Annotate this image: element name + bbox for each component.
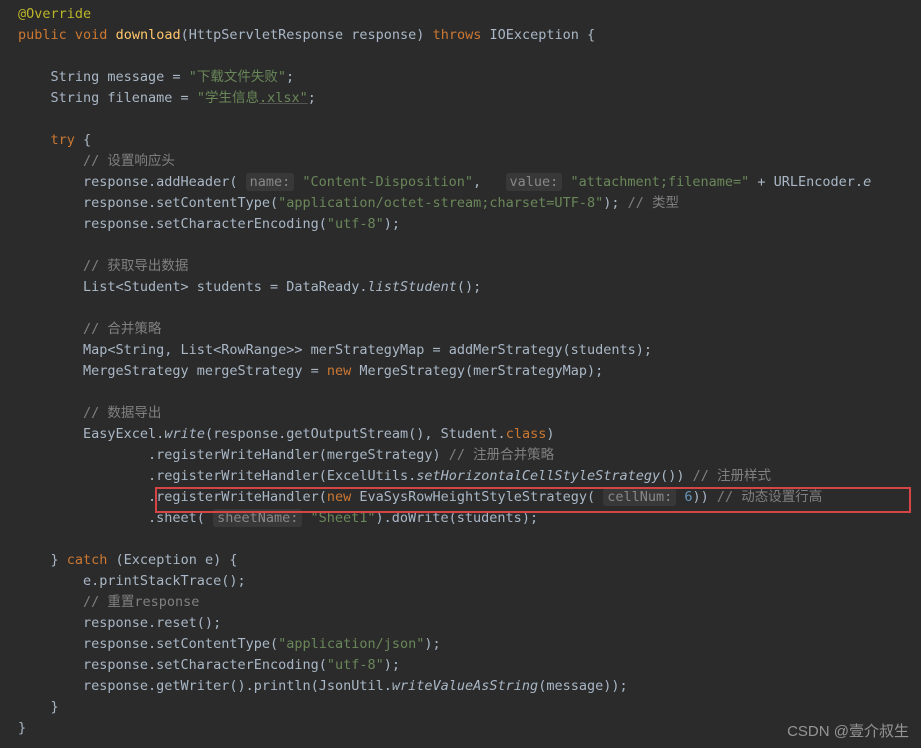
l8b: MergeStrategy(merStrategyMap);	[351, 363, 603, 379]
l5b: );	[384, 216, 400, 232]
catchB: (Exception e) {	[107, 552, 237, 568]
l3s2: "attachment;filename="	[562, 174, 749, 190]
l11c: // 注册样式	[693, 468, 771, 484]
c3: // 合并策略	[83, 321, 161, 337]
c1: // 设置响应头	[83, 153, 175, 169]
l3m: ,	[473, 174, 506, 190]
l4a: response.setContentType(	[18, 195, 278, 211]
kw-void: void	[75, 27, 108, 43]
hint-value: value:	[506, 173, 563, 191]
l8n: new	[327, 363, 351, 379]
l2b: ;	[308, 90, 316, 106]
l11a: .registerWriteHandler(ExcelUtils.	[18, 468, 416, 484]
closeInner: }	[18, 699, 59, 715]
l10a: .registerWriteHandler(mergeStrategy)	[18, 447, 449, 463]
l5s: "utf-8"	[327, 216, 384, 232]
l16a: response.setContentType(	[18, 636, 278, 652]
method-name: download	[116, 27, 181, 43]
kw-try: try	[51, 132, 75, 148]
l12cm: // 动态设置行高	[717, 489, 822, 505]
annotation: @Override	[18, 6, 91, 22]
l5a: response.setCharacterEncoding(	[18, 216, 327, 232]
l4b: );	[603, 195, 627, 211]
kw-catch: catch	[67, 552, 108, 568]
kw-public: public	[18, 27, 67, 43]
sig-exc: IOException {	[481, 27, 595, 43]
hint-cellnum: cellNum:	[603, 488, 676, 506]
l7: Map<String, List<RowRange>> merStrategyM…	[18, 342, 652, 358]
l9i: write	[164, 426, 205, 442]
l9d: )	[546, 426, 554, 442]
l2a: String filename =	[18, 90, 197, 106]
c2: // 获取导出数据	[83, 258, 188, 274]
l3s1: "Content-Disposition"	[294, 174, 473, 190]
closeOuter: }	[18, 720, 26, 736]
l13s: "Sheet1"	[302, 510, 375, 526]
l12n: new	[327, 489, 351, 505]
l9c: class	[506, 426, 547, 442]
l12c: ))	[693, 489, 717, 505]
l11i: setHorizontalCellStyleStrategy	[416, 468, 660, 484]
l12num: 6	[676, 489, 692, 505]
l11b: ())	[660, 468, 693, 484]
l8a: MergeStrategy mergeStrategy =	[18, 363, 327, 379]
l17s: "utf-8"	[327, 657, 384, 673]
watermark: CSDN @壹介叔生	[787, 721, 909, 742]
l18b: (message));	[538, 678, 627, 694]
c4: // 数据导出	[83, 405, 161, 421]
try-open: {	[75, 132, 91, 148]
hint-name: name:	[246, 173, 295, 191]
l13b: ).doWrite(students);	[376, 510, 539, 526]
l6b: ();	[457, 279, 481, 295]
l1a: String message =	[18, 69, 189, 85]
sig-params: (HttpServletResponse response)	[181, 27, 433, 43]
hint-sheetname: sheetName:	[213, 509, 302, 527]
l17b: );	[384, 657, 400, 673]
l9b: (response.getOutputStream(), Student.	[205, 426, 506, 442]
l2s2: .xlsx"	[259, 90, 308, 106]
l16s: "application/json"	[278, 636, 424, 652]
l3a: response.addHeader(	[18, 174, 246, 190]
l16b: );	[424, 636, 440, 652]
l1b: ;	[286, 69, 294, 85]
l18i: writeValueAsString	[392, 678, 538, 694]
code-editor[interactable]: @Override public void download(HttpServl…	[0, 0, 921, 739]
l17a: response.setCharacterEncoding(	[18, 657, 327, 673]
l4c: // 类型	[628, 195, 679, 211]
l12a: .registerWriteHandler(	[18, 489, 327, 505]
l2s1: "学生信息	[197, 90, 259, 106]
l18a: response.getWriter().println(JsonUtil.	[18, 678, 392, 694]
l3b: + URLEncoder.	[749, 174, 863, 190]
l4s: "application/octet-stream;charset=UTF-8"	[278, 195, 603, 211]
l12b: EvaSysRowHeightStyleStrategy(	[351, 489, 603, 505]
l6i: listStudent	[368, 279, 457, 295]
kw-throws: throws	[433, 27, 482, 43]
l9a: EasyExcel.	[18, 426, 164, 442]
l15: response.reset();	[18, 615, 221, 631]
l10c: // 注册合并策略	[449, 447, 554, 463]
l13a: .sheet(	[18, 510, 213, 526]
l3e: e	[863, 174, 871, 190]
l14: e.printStackTrace();	[18, 573, 246, 589]
c5: // 重置response	[83, 594, 199, 610]
l1s: "下载文件失败"	[189, 69, 286, 85]
l6a: List<Student> students = DataReady.	[18, 279, 368, 295]
catchA: }	[18, 552, 67, 568]
